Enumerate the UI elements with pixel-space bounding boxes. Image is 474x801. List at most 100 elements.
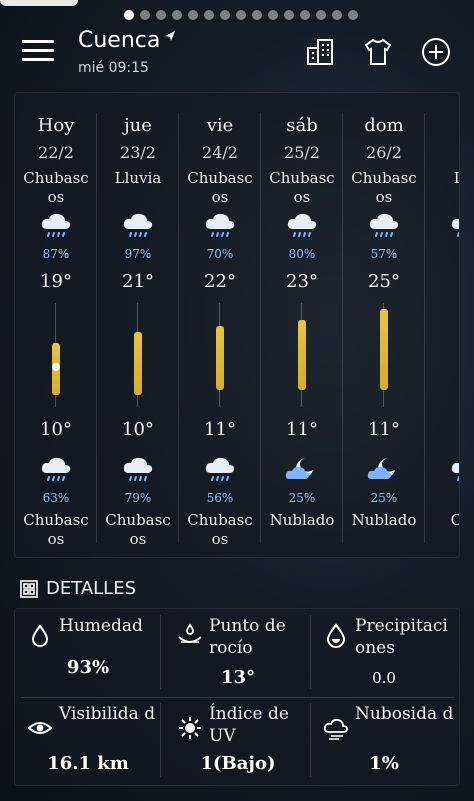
night-condition: Nublado [351,511,417,529]
page-dot[interactable] [172,10,182,20]
day-name: l [425,115,459,136]
rain-cloud-icon [203,455,237,485]
rain-cloud-icon [203,211,237,241]
detail-dew-point: Punto de rocío 13° [165,609,311,695]
moon-cloud-icon [285,455,319,485]
rain-cloud-icon [449,211,459,241]
day-date: 25/2 [284,143,320,162]
menu-icon[interactable] [22,40,54,64]
detail-eye: Visibilida d 16.1 km [15,697,161,783]
rain-cloud-icon [39,455,73,485]
day-condition: Chubasc os [269,169,335,206]
page-dot[interactable] [332,10,342,20]
detail-value: 16.1 km [47,753,129,774]
low-temp: 10° [122,419,154,440]
detail-label: Punto de rocío [209,616,286,658]
day-condition: Chubasc os [351,169,417,206]
current-temp-marker [52,362,60,371]
day-name: vie [206,115,234,136]
status-strip [0,0,474,8]
day-date: 26/2 [366,143,402,162]
page-dot[interactable] [268,10,278,20]
night-condition: Chubasc os [105,511,171,548]
low-temp: 11° [368,419,400,440]
dew-point-icon [177,623,203,649]
add-circle-icon[interactable] [420,36,452,68]
rain-cloud-icon [367,211,401,241]
night-condition: Chubasc os [23,511,89,548]
night-precip-chance: 56% [206,491,234,505]
temp-range-bar [216,326,224,390]
page-dot[interactable] [156,10,166,20]
detail-value: 0.0 [372,669,396,687]
city-name[interactable]: Cuenca [78,28,160,53]
sun-icon [177,715,203,741]
header: Cuenca mié 09:15 [0,26,474,88]
day-column[interactable]: dom 26/2 Chubasc os 57% 25° 11° 25% Nublado [343,93,425,557]
night-condition: Chubasc os [187,511,253,548]
day-name: Hoy [37,115,75,136]
temp-range-bar [134,331,142,396]
day-condition: Chubasc os [187,169,253,206]
detail-label: Nubosida d [355,704,454,724]
day-column[interactable]: sáb 25/2 Chubasc os 80% 23° 11° 25% Nublado [261,93,343,557]
night-precip-chance: 25% [370,491,398,505]
page-dot[interactable] [236,10,246,20]
page-dot[interactable] [140,10,150,20]
day-column[interactable]: Hoy 22/2 Chubasc os 87% 19° 10° 63% Chubasc os [15,93,97,557]
detail-label: Humedad [59,616,143,636]
page-dot[interactable] [124,10,134,20]
detail-label: Precipitaci ones [355,616,448,658]
day-precip-chance: 87% [42,247,70,261]
page-dot[interactable] [204,10,214,20]
details-header: DETALLES [20,578,136,599]
page-dot[interactable] [300,10,310,20]
tshirt-icon[interactable] [362,36,394,68]
night-precip-chance: 63% [42,491,70,505]
page-dot[interactable] [316,10,326,20]
night-precip-chance: 79% [124,491,152,505]
high-temp: 22° [204,271,236,292]
page-dot[interactable] [252,10,262,20]
low-temp: 11° [286,419,318,440]
page-indicator[interactable] [124,10,358,20]
day-name: sáb [286,115,318,136]
detail-sun: Índice de UV 1(Bajo) [165,697,311,783]
moon-cloud-icon [367,455,401,485]
day-condition: Llu [425,169,459,188]
low-temp: 11° [204,419,236,440]
day-column[interactable]: l 2 Llu 6 2 1 Chu [425,93,459,557]
rain-cloud-icon [121,211,155,241]
day-precip-chance: 57% [370,247,398,261]
detail-droplet: Humedad 93% [15,609,161,695]
day-precip-chance: 70% [206,247,234,261]
buildings-icon[interactable] [304,36,336,68]
detail-value: 1(Bajo) [200,753,276,774]
high-temp: 23° [286,271,318,292]
page-dot[interactable] [188,10,198,20]
day-column[interactable]: jue 23/2 Lluvia 97% 21° 10° 79% Chubasc os [97,93,179,557]
day-name: dom [364,115,404,136]
day-date: 24/2 [202,143,238,162]
day-column[interactable]: vie 24/2 Chubasc os 70% 22° 11° 56% Chubasc os [179,93,261,557]
details-title: DETALLES [46,578,136,599]
day-precip-chance: 97% [124,247,152,261]
day-condition: Lluvia [114,169,162,187]
detail-cloudiness: Nubosida d 1% [311,697,457,783]
page-dot[interactable] [284,10,294,20]
grid-icon [20,579,38,598]
detail-label: Índice de UV [209,704,289,746]
page-dot[interactable] [220,10,230,20]
detail-value: 1% [369,753,399,774]
detail-value: 13° [220,667,256,688]
day-name: jue [124,115,152,136]
rain-cloud-icon [449,455,459,485]
detail-precipitation: Precipitaci ones 0.0 [311,609,457,695]
daily-forecast-card[interactable]: Hoy 22/2 Chubasc os 87% 19° 10° 63% Chubasc os j… [14,92,460,558]
page-dot[interactable] [348,10,358,20]
night-condition: Chu [425,511,459,530]
day-precip-chance: 80% [288,247,316,261]
day-date: 22/2 [38,143,74,162]
day-date: 2 [425,143,459,162]
low-temp: 1 [425,419,459,440]
